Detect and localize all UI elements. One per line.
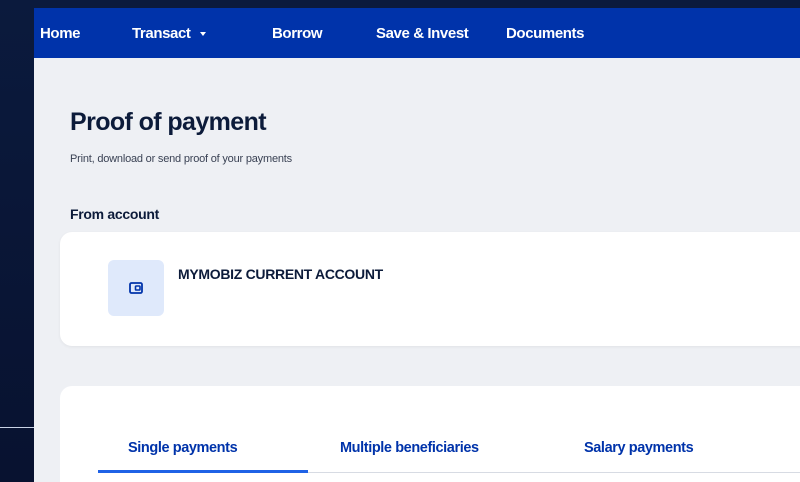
top-nav: Home Transact Borrow Save & Invest Docum… — [34, 8, 800, 58]
account-icon-box — [108, 260, 164, 316]
nav-transact-label: Transact — [132, 24, 191, 42]
page-subtitle: Print, download or send proof of your pa… — [70, 153, 292, 165]
tab-single-payments[interactable]: Single payments — [128, 440, 238, 456]
nav-documents-label: Documents — [506, 24, 585, 42]
nav-documents[interactable]: Documents — [506, 25, 584, 42]
nav-borrow[interactable]: Borrow — [272, 24, 323, 42]
tab-salary-payments[interactable]: Salary payments — [584, 440, 694, 456]
account-selector-card[interactable]: MYMOBIZ CURRENT ACCOUNT — [60, 232, 800, 346]
main-content: Proof of payment Print, download or send… — [34, 58, 800, 482]
nav-transact[interactable]: Transact — [132, 25, 206, 42]
wallet-icon — [129, 282, 143, 294]
tab-multiple-beneficiaries[interactable]: Multiple beneficiaries — [340, 440, 479, 456]
nav-home[interactable]: Home — [40, 25, 80, 42]
chevron-down-icon — [199, 31, 206, 36]
nav-home-label: Home — [40, 24, 81, 42]
page-title: Proof of payment — [70, 108, 267, 136]
from-account-label: From account — [70, 206, 159, 222]
nav-borrow-label: Borrow — [272, 24, 323, 42]
nav-save-invest[interactable]: Save & Invest — [376, 24, 469, 42]
active-tab-indicator — [98, 470, 308, 473]
account-name: MYMOBIZ CURRENT ACCOUNT — [178, 266, 383, 282]
payment-type-tabs-card: Single payments Multiple beneficiaries S… — [60, 386, 800, 482]
nav-save-invest-label: Save & Invest — [376, 24, 469, 42]
